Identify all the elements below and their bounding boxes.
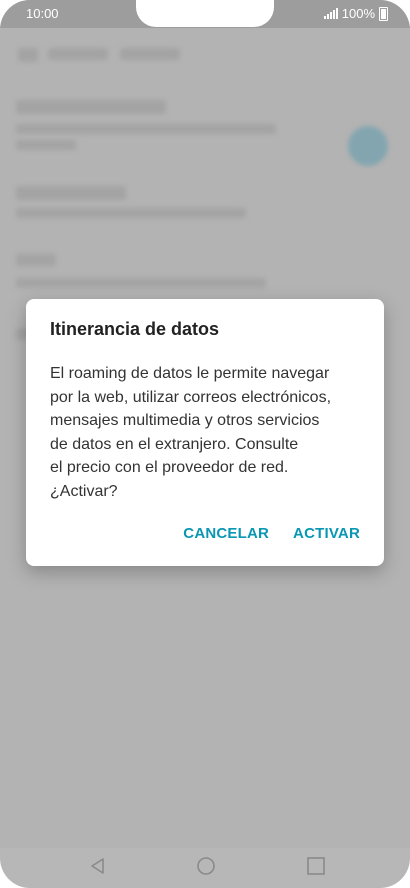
phone-screen: 10:00 100% Itinerancia de datos El roami…	[0, 0, 410, 888]
status-indicators: 100%	[323, 6, 388, 21]
back-icon[interactable]	[88, 856, 108, 876]
dialog-title: Itinerancia de datos	[50, 319, 220, 339]
cancel-button[interactable]: CANCELAR	[183, 525, 269, 542]
status-time: 10:00	[26, 6, 59, 21]
activate-button[interactable]: ACTIVAR	[293, 525, 360, 542]
signal-icon	[323, 8, 338, 19]
navigation-bar	[0, 848, 410, 888]
battery-icon	[379, 6, 388, 21]
dialog-message: El roaming de datos le permite navegar p…	[50, 365, 332, 500]
recent-apps-icon[interactable]	[306, 856, 326, 876]
battery-percentage: 100%	[341, 6, 375, 21]
roaming-dialog: Itinerancia de datos El roaming de datos…	[26, 299, 384, 566]
dialog-actions: CANCELAR ACTIVAR	[183, 525, 360, 542]
home-icon[interactable]	[196, 856, 216, 876]
camera-notch	[136, 0, 274, 27]
